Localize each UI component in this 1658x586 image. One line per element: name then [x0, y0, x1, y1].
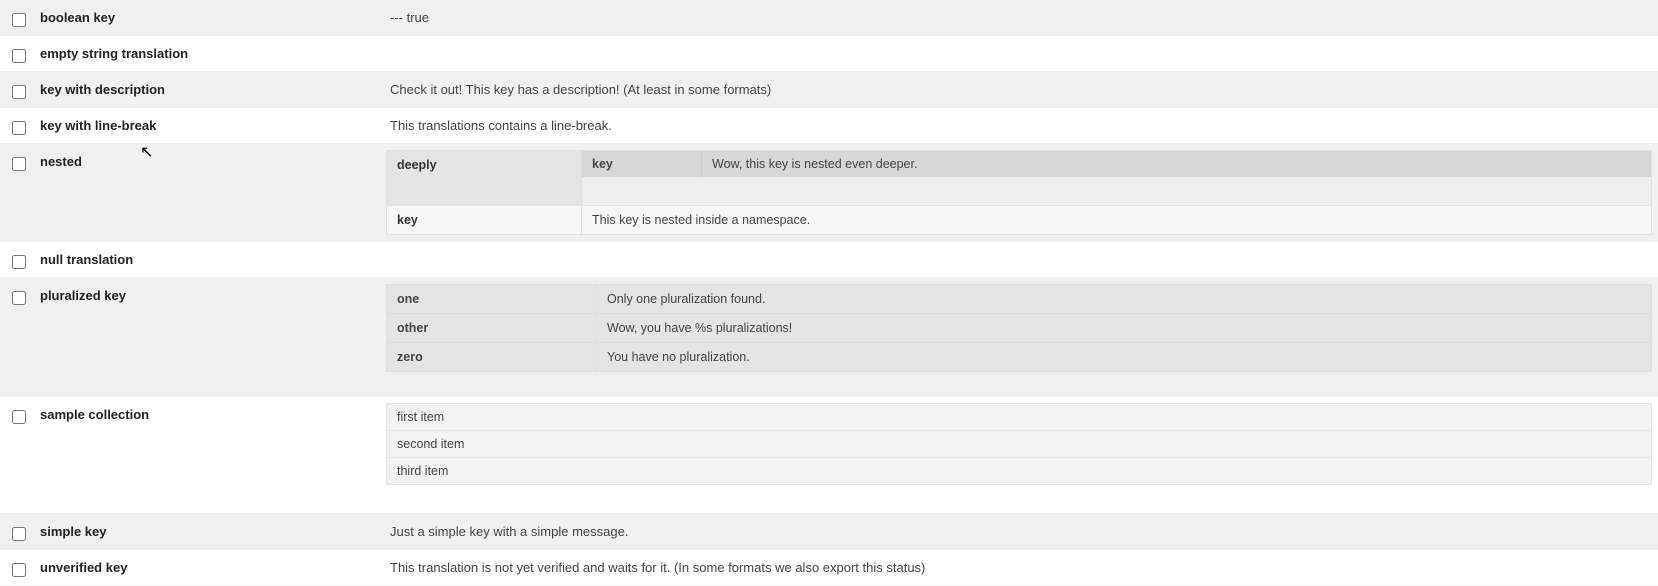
table-row: nested deeply key Wow, this key is neste… [0, 144, 1658, 242]
key-cell: empty string translation [36, 36, 380, 71]
list-item: third item [386, 457, 1652, 485]
table-row: pluralized key one Only one pluralizatio… [0, 278, 1658, 397]
spacer [386, 485, 1652, 507]
nested-key: key [387, 206, 582, 234]
table-row: key with line-break This translations co… [0, 108, 1658, 144]
nested-value: key Wow, this key is nested even deeper. [582, 151, 1651, 205]
row-checkbox[interactable] [12, 410, 26, 424]
value-cell: --- true [380, 0, 1658, 35]
nested-row: key This key is nested inside a namespac… [387, 206, 1651, 234]
row-checkbox[interactable] [12, 85, 26, 99]
collection-list: first item second item third item [386, 403, 1652, 485]
list-item: first item [386, 403, 1652, 430]
nested-key: key [582, 151, 702, 177]
translations-table: boolean key --- true empty string transl… [0, 0, 1658, 586]
key-cell: sample collection [36, 397, 380, 513]
key-cell: simple key [36, 514, 380, 549]
key-cell: boolean key [36, 0, 380, 35]
spacer [386, 372, 1652, 390]
plural-table: one Only one pluralization found. other … [386, 284, 1652, 372]
table-row: key with description Check it out! This … [0, 72, 1658, 108]
plural-row: one Only one pluralization found. [387, 285, 1651, 314]
value-cell [380, 242, 1658, 277]
row-checkbox[interactable] [12, 291, 26, 305]
key-cell: nested [36, 144, 380, 241]
table-row: sample collection first item second item… [0, 397, 1658, 514]
row-checkbox[interactable] [12, 121, 26, 135]
table-row: boolean key --- true [0, 0, 1658, 36]
plural-key: other [387, 314, 597, 342]
row-checkbox[interactable] [12, 527, 26, 541]
value-cell: Check it out! This key has a description… [380, 72, 1658, 107]
key-cell: key with description [36, 72, 380, 107]
plural-value: You have no pluralization. [597, 343, 1651, 371]
table-row: unverified key This translation is not y… [0, 550, 1658, 586]
nested-key: deeply [387, 151, 582, 205]
row-checkbox[interactable] [12, 49, 26, 63]
nested-value: This key is nested inside a namespace. [582, 206, 1651, 234]
table-row: null translation [0, 242, 1658, 278]
spacer [582, 177, 1651, 205]
nested-row: key Wow, this key is nested even deeper. [582, 151, 1651, 177]
plural-value: Only one pluralization found. [597, 285, 1651, 313]
nested-row: deeply key Wow, this key is nested even … [387, 151, 1651, 206]
nested-value: Wow, this key is nested even deeper. [702, 151, 1651, 177]
row-checkbox[interactable] [12, 255, 26, 269]
row-checkbox[interactable] [12, 563, 26, 577]
value-cell: one Only one pluralization found. other … [380, 278, 1658, 396]
plural-key: zero [387, 343, 597, 371]
value-cell: first item second item third item [380, 397, 1658, 513]
list-item: second item [386, 430, 1652, 457]
nested-table: deeply key Wow, this key is nested even … [386, 150, 1652, 235]
value-cell: Just a simple key with a simple message. [380, 514, 1658, 549]
key-cell: null translation [36, 242, 380, 277]
plural-key: one [387, 285, 597, 313]
key-cell: key with line-break [36, 108, 380, 143]
plural-row: other Wow, you have %s pluralizations! [387, 314, 1651, 343]
plural-value: Wow, you have %s pluralizations! [597, 314, 1651, 342]
plural-row: zero You have no pluralization. [387, 343, 1651, 371]
row-checkbox[interactable] [12, 13, 26, 27]
table-row: simple key Just a simple key with a simp… [0, 514, 1658, 550]
table-row: empty string translation [0, 36, 1658, 72]
value-cell: This translations contains a line-break. [380, 108, 1658, 143]
key-cell: pluralized key [36, 278, 380, 396]
value-cell [380, 36, 1658, 71]
row-checkbox[interactable] [12, 157, 26, 171]
value-cell: deeply key Wow, this key is nested even … [380, 144, 1658, 241]
